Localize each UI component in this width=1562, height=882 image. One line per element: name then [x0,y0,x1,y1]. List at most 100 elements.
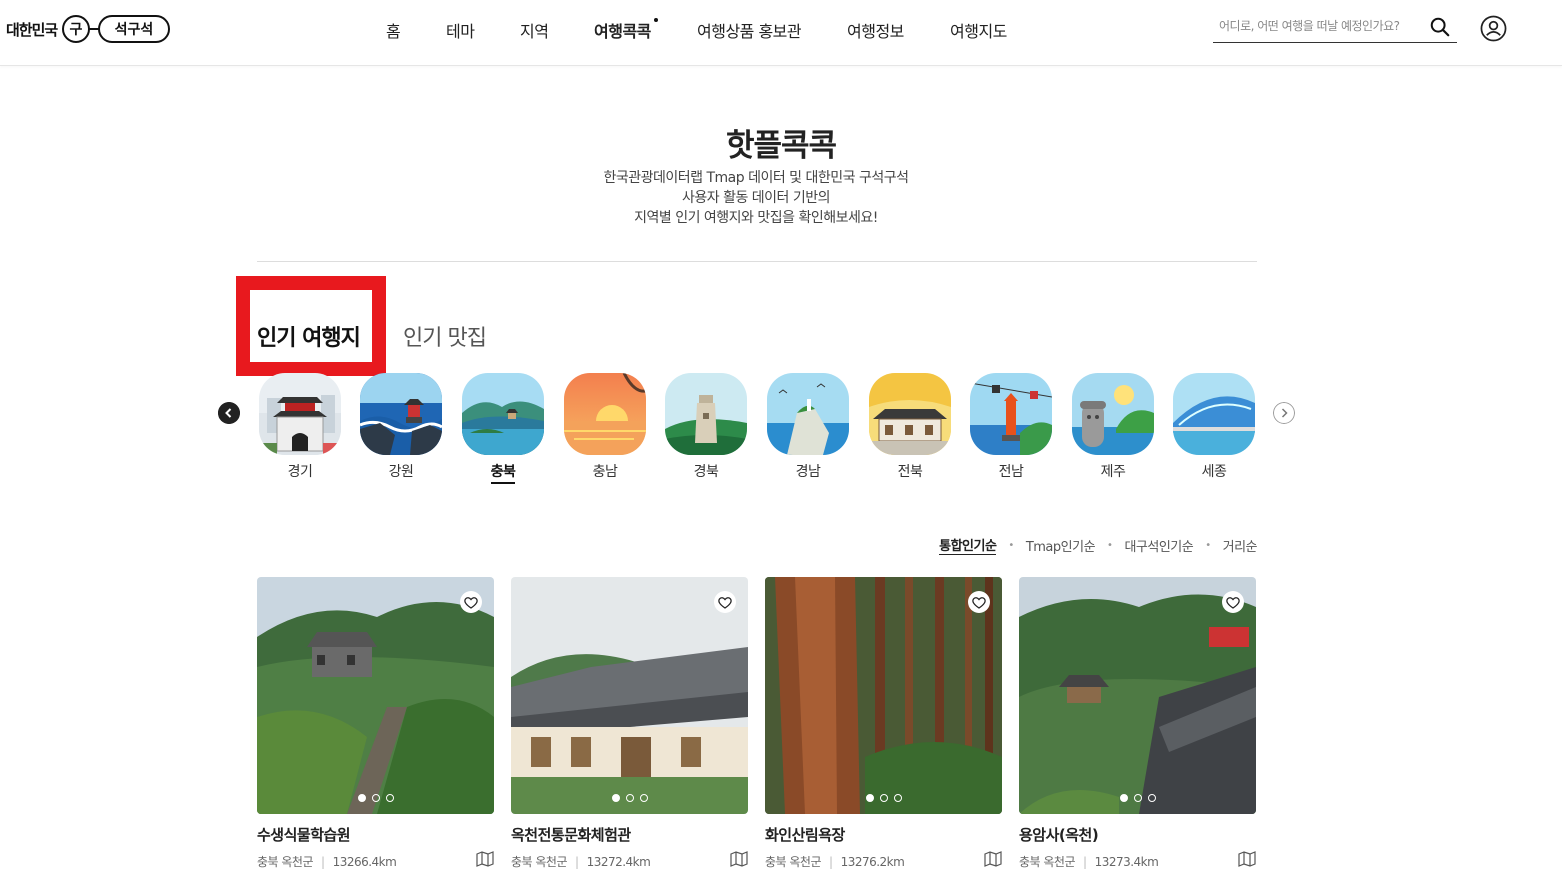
nav-travel-kokkok-label: 여행콕콕 [594,22,651,41]
page-dot[interactable] [893,794,902,802]
meta-divider: | [1083,854,1087,869]
region-image [462,373,544,455]
region-image [767,373,849,455]
region-image [970,373,1052,455]
meta-divider: | [829,854,833,869]
nav-travel-products[interactable]: 여행상품 홍보관 [697,18,802,42]
card-region: 충북 옥천군 [257,855,314,869]
section-divider [257,261,1257,262]
region-gyeongnam[interactable]: 경남 [767,373,849,483]
favorite-button[interactable] [714,591,736,613]
page-dot[interactable] [879,794,888,802]
carousel-next-icon[interactable] [1273,402,1295,424]
sort-integrated[interactable]: 통합인기순 [939,535,997,555]
nav-travel-info[interactable]: 여행정보 [847,18,904,42]
card-meta: 충북 옥천군 | 13272.4km [511,851,748,870]
nav-travel-map[interactable]: 여행지도 [950,18,1007,42]
sort-options: 통합인기순 • Tmap인기순 • 대구석인기순 • 거리순 [939,535,1258,555]
region-label: 충북 [490,461,516,484]
map-icon[interactable] [1238,851,1256,867]
page-dot[interactable] [611,794,620,802]
region-label: 제주 [1100,464,1126,480]
card-image[interactable] [1019,577,1256,814]
region-image [665,373,747,455]
sort-tmap[interactable]: Tmap인기순 [1026,536,1096,555]
heart-icon [972,597,986,609]
sort-separator: • [1008,539,1014,551]
page-dot[interactable] [1119,794,1128,802]
place-card[interactable]: 화인산림욕장 충북 옥천군 | 13276.2km [765,577,1002,870]
card-distance: 13273.4km [1094,854,1159,869]
region-jeonnam[interactable]: 전남 [970,373,1052,483]
image-pagination [511,794,748,802]
card-image[interactable] [257,577,494,814]
region-label: 경기 [287,464,313,480]
place-card[interactable]: 수생식물학습원 충북 옥천군 | 13266.4km [257,577,494,870]
sort-separator: • [1107,539,1113,551]
region-label: 경남 [795,464,821,480]
map-icon[interactable] [476,851,494,867]
page-dot[interactable] [357,794,366,802]
card-title[interactable]: 옥천전통문화체험관 [511,824,748,845]
favorite-button[interactable] [968,591,990,613]
region-label: 세종 [1201,464,1227,480]
page-dot[interactable] [1147,794,1156,802]
card-region: 충북 옥천군 [511,855,568,869]
user-icon[interactable] [1480,15,1507,42]
page-dot[interactable] [625,794,634,802]
heart-icon [464,597,478,609]
region-chungbuk[interactable]: 충북 [462,373,544,484]
region-image [564,373,646,455]
page-dot[interactable] [1133,794,1142,802]
card-title[interactable]: 용암사(옥천) [1019,824,1256,845]
tab-popular-food[interactable]: 인기 맛집 [403,320,487,352]
image-pagination [1019,794,1256,802]
region-image [1072,373,1154,455]
card-meta: 충북 옥천군 | 13273.4km [1019,851,1256,870]
heart-icon [718,597,732,609]
map-icon[interactable] [984,851,1002,867]
sort-daeguseok[interactable]: 대구석인기순 [1124,536,1193,555]
tab-popular-spots[interactable]: 인기 여행지 [257,320,361,352]
region-jeju[interactable]: 제주 [1072,373,1154,483]
page-dot[interactable] [865,794,874,802]
favorite-button[interactable] [1222,591,1244,613]
page-dot[interactable] [639,794,648,802]
subtitle-line: 사용자 활동 데이터 기반의 [681,190,831,206]
region-gyeongbuk[interactable]: 경북 [665,373,747,483]
place-card[interactable]: 옥천전통문화체험관 충북 옥천군 | 13272.4km [511,577,748,870]
search-box [1213,12,1457,43]
card-image[interactable] [511,577,748,814]
place-card[interactable]: 용암사(옥천) 충북 옥천군 | 13273.4km [1019,577,1256,870]
card-title[interactable]: 수생식물학습원 [257,824,494,845]
page-dot[interactable] [385,794,394,802]
search-icon[interactable] [1429,16,1451,38]
region-jeonbuk[interactable]: 전북 [869,373,951,483]
subtitle-line: 지역별 인기 여행지와 맛집을 확인해보세요! [634,210,878,226]
region-sejong[interactable]: 세종 [1173,373,1255,483]
meta-divider: | [321,854,325,869]
region-label: 전북 [897,464,923,480]
map-icon[interactable] [730,851,748,867]
nav-theme[interactable]: 테마 [446,18,475,42]
sort-separator: • [1205,539,1211,551]
card-region: 충북 옥천군 [765,855,822,869]
page-dot[interactable] [371,794,380,802]
meta-divider: | [575,854,579,869]
region-image [360,373,442,455]
card-title[interactable]: 화인산림욕장 [765,824,1002,845]
sort-distance[interactable]: 거리순 [1223,536,1258,555]
favorite-button[interactable] [460,591,482,613]
nav-travel-kokkok[interactable]: 여행콕콕 [594,18,658,42]
card-meta: 충북 옥천군 | 13266.4km [257,851,494,870]
region-image [869,373,951,455]
carousel-prev-icon[interactable] [218,402,240,424]
card-image[interactable] [765,577,1002,814]
image-pagination [765,794,1002,802]
region-gyeonggi[interactable]: 경기 [259,373,341,483]
nav-region[interactable]: 지역 [520,18,549,42]
region-chungnam[interactable]: 충남 [564,373,646,483]
nav-home[interactable]: 홈 [386,18,401,42]
search-input[interactable] [1219,14,1429,38]
region-gangwon[interactable]: 강원 [360,373,442,483]
